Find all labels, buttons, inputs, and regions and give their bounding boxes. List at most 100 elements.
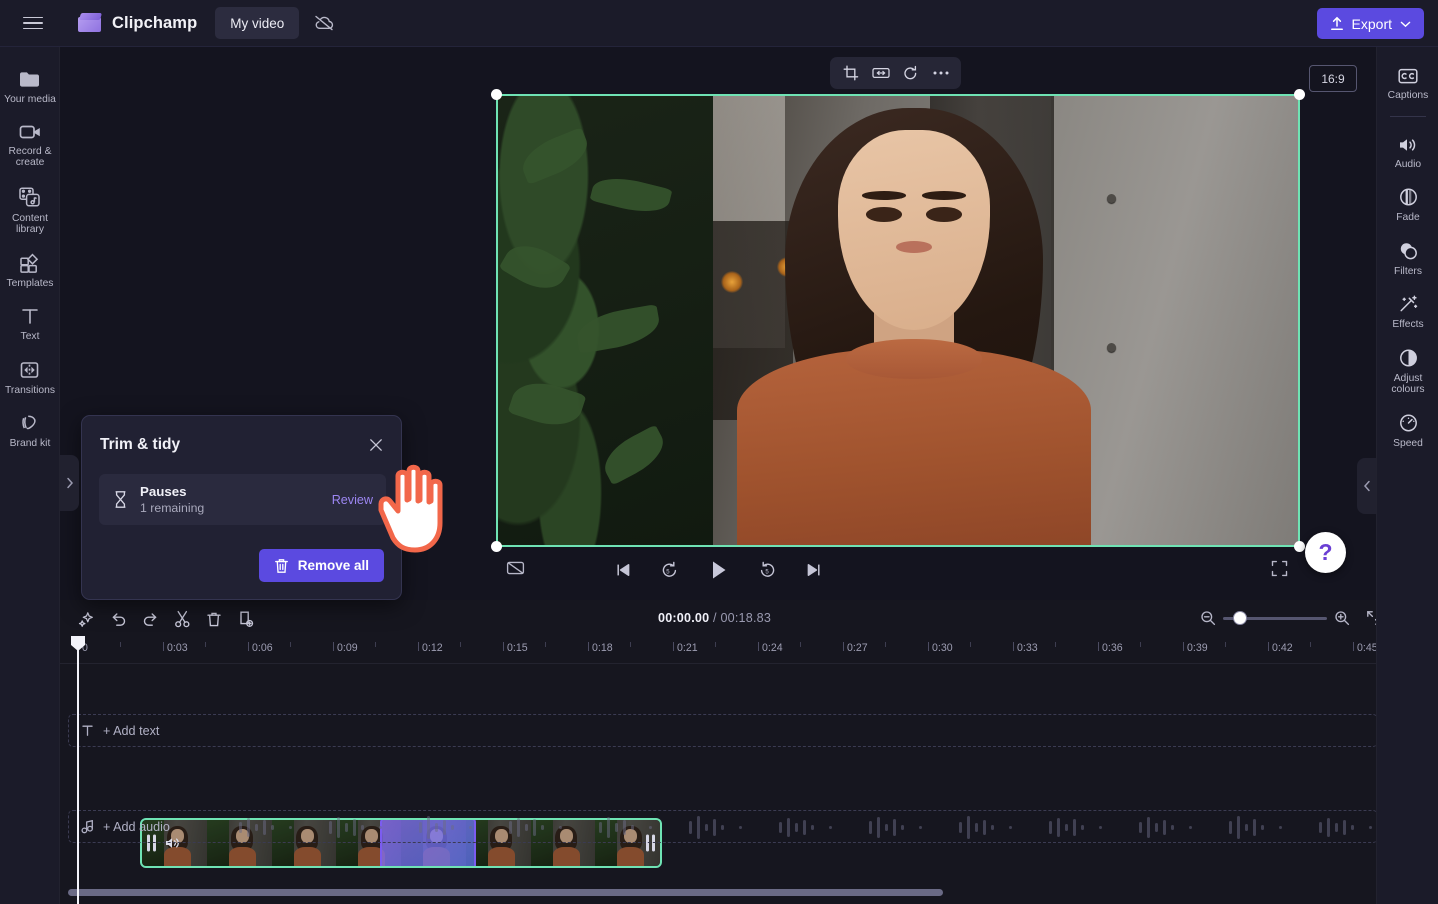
ruler-tick-label: 0:03 — [167, 642, 188, 654]
aspect-ratio-badge[interactable]: 16:9 — [1309, 65, 1357, 92]
total-time: 00:18.83 — [720, 611, 772, 625]
sidebar-item-label: Speed — [1393, 437, 1423, 449]
right-panel-collapse-button[interactable] — [1357, 458, 1376, 514]
music-note-icon — [81, 819, 93, 833]
sidebar-item-speed[interactable]: Speed — [1377, 403, 1438, 457]
help-button[interactable]: ? — [1305, 532, 1346, 573]
transitions-icon — [20, 361, 39, 378]
timeline-scrollbar-thumb[interactable] — [68, 889, 943, 896]
timeline-tracks: + Add text + Add audio — [60, 664, 1438, 882]
add-audio-label: + Add audio — [103, 819, 170, 834]
sidebar-item-label: Adjust colours — [1391, 372, 1425, 396]
ai-sparkle-icon[interactable] — [72, 606, 100, 632]
sidebar-item-content-library[interactable]: Content library — [0, 176, 60, 243]
sidebar-item-adjust-colours[interactable]: Adjust colours — [1377, 338, 1438, 403]
sidebar-item-record-create[interactable]: Record & create — [0, 113, 60, 176]
svg-text:5: 5 — [765, 570, 769, 576]
resize-handle-bottom-left[interactable] — [491, 541, 502, 552]
sidebar-item-captions[interactable]: Captions — [1377, 57, 1438, 109]
duplicate-icon[interactable] — [232, 606, 260, 632]
resize-handle-bottom-right[interactable] — [1294, 541, 1305, 552]
cloud-off-icon[interactable] — [307, 8, 341, 38]
current-time: 00:00.00 — [658, 611, 710, 625]
filters-circles-icon — [1400, 242, 1417, 259]
chevron-right-icon — [66, 477, 73, 489]
add-text-label: + Add text — [103, 723, 160, 738]
ruler-tick-label: 0:33 — [1017, 642, 1038, 654]
play-button[interactable] — [698, 553, 738, 587]
skip-to-end-icon[interactable] — [796, 555, 830, 585]
delete-trash-icon[interactable] — [200, 606, 228, 632]
export-button[interactable]: Export — [1316, 8, 1424, 39]
more-options-icon[interactable] — [927, 61, 954, 86]
sidebar-item-transitions[interactable]: Transitions — [0, 350, 60, 404]
rewind-5-seconds-icon[interactable]: 5 — [652, 555, 686, 585]
folder-icon — [20, 72, 39, 87]
remove-all-button[interactable]: Remove all — [258, 549, 384, 582]
fit-to-width-icon[interactable] — [867, 61, 894, 86]
templates-grid-icon — [20, 253, 39, 273]
pauses-subtitle: 1 remaining — [140, 500, 205, 515]
timeline-toolbar: 00:00.00 / 00:18.83 — [60, 600, 1438, 637]
resize-handle-top-left[interactable] — [491, 89, 502, 100]
project-title-tab[interactable]: My video — [215, 7, 300, 39]
app-name: Clipchamp — [112, 13, 198, 32]
sidebar-item-label: Captions — [1387, 90, 1429, 101]
crop-icon[interactable] — [837, 61, 864, 86]
zoom-slider-handle[interactable] — [1233, 611, 1247, 625]
chevron-down-icon — [1400, 21, 1411, 27]
split-scissors-icon[interactable] — [168, 606, 196, 632]
remove-all-label: Remove all — [297, 558, 369, 573]
right-sidebar: Captions Audio Fade Filters Effects Adju… — [1376, 47, 1438, 904]
sidebar-item-effects[interactable]: Effects — [1377, 284, 1438, 338]
video-canvas[interactable] — [491, 89, 1305, 552]
hamburger-menu-icon[interactable] — [10, 16, 56, 30]
sidebar-item-label: Text — [20, 331, 40, 342]
sidebar-item-label: Your media — [4, 94, 56, 105]
playhead[interactable] — [71, 636, 85, 904]
clipchamp-logo-icon — [78, 12, 103, 34]
ruler-tick-label: 0:45 — [1357, 642, 1378, 654]
sidebar-item-brand-kit[interactable]: Brand kit — [0, 403, 60, 457]
redo-icon[interactable] — [136, 606, 164, 632]
zoom-in-icon[interactable] — [1334, 610, 1350, 626]
sidebar-item-label: Filters — [1393, 265, 1423, 277]
zoom-out-icon[interactable] — [1200, 610, 1216, 626]
forward-5-seconds-icon[interactable]: 5 — [750, 555, 784, 585]
timeline-ruler[interactable]: 0 0:03 0:06 0:09 0:12 0:15 0:18 0:21 0:2… — [60, 637, 1438, 664]
fullscreen-icon[interactable] — [1262, 553, 1296, 583]
ruler-tick-label: 0:15 — [507, 642, 528, 654]
export-label: Export — [1351, 15, 1392, 32]
sidebar-item-filters[interactable]: Filters — [1377, 231, 1438, 285]
ruler-tick-label: 0:12 — [422, 642, 443, 654]
skip-to-start-icon[interactable] — [606, 555, 640, 585]
sidebar-item-label: Content library — [11, 212, 49, 236]
sidebar-item-your-media[interactable]: Your media — [0, 59, 60, 113]
canvas-selection-border — [496, 94, 1300, 547]
magic-wand-icon — [1399, 295, 1417, 312]
trim-and-tidy-dialog: Trim & tidy Pauses 1 remaining Review Re… — [81, 415, 402, 600]
sidebar-item-fade[interactable]: Fade — [1377, 177, 1438, 231]
zoom-slider[interactable] — [1223, 611, 1327, 625]
sidebar-item-templates[interactable]: Templates — [0, 243, 60, 297]
add-audio-track[interactable]: + Add audio — [68, 810, 1378, 843]
sidebar-item-label: Brand kit — [9, 438, 51, 449]
left-panel-expand-button[interactable] — [60, 455, 79, 511]
ruler-tick-label: 0:30 — [932, 642, 953, 654]
sidebar-item-text[interactable]: Text — [0, 296, 60, 350]
svg-text:5: 5 — [666, 570, 670, 576]
pauses-title: Pauses — [140, 483, 187, 499]
pauses-row[interactable]: Pauses 1 remaining Review — [99, 474, 386, 525]
hourglass-icon — [115, 491, 126, 508]
close-x-icon[interactable] — [363, 432, 389, 458]
captions-off-icon[interactable] — [498, 553, 532, 583]
sidebar-item-label: Record & create — [8, 145, 52, 169]
rotate-icon[interactable] — [897, 61, 924, 86]
undo-icon[interactable] — [104, 606, 132, 632]
review-link[interactable]: Review — [332, 493, 373, 507]
add-text-track[interactable]: + Add text — [68, 714, 1378, 747]
resize-handle-top-right[interactable] — [1294, 89, 1305, 100]
sidebar-item-label: Audio — [1394, 158, 1422, 170]
sidebar-item-audio[interactable]: Audio — [1377, 126, 1438, 178]
brand-kit-icon — [22, 415, 36, 430]
